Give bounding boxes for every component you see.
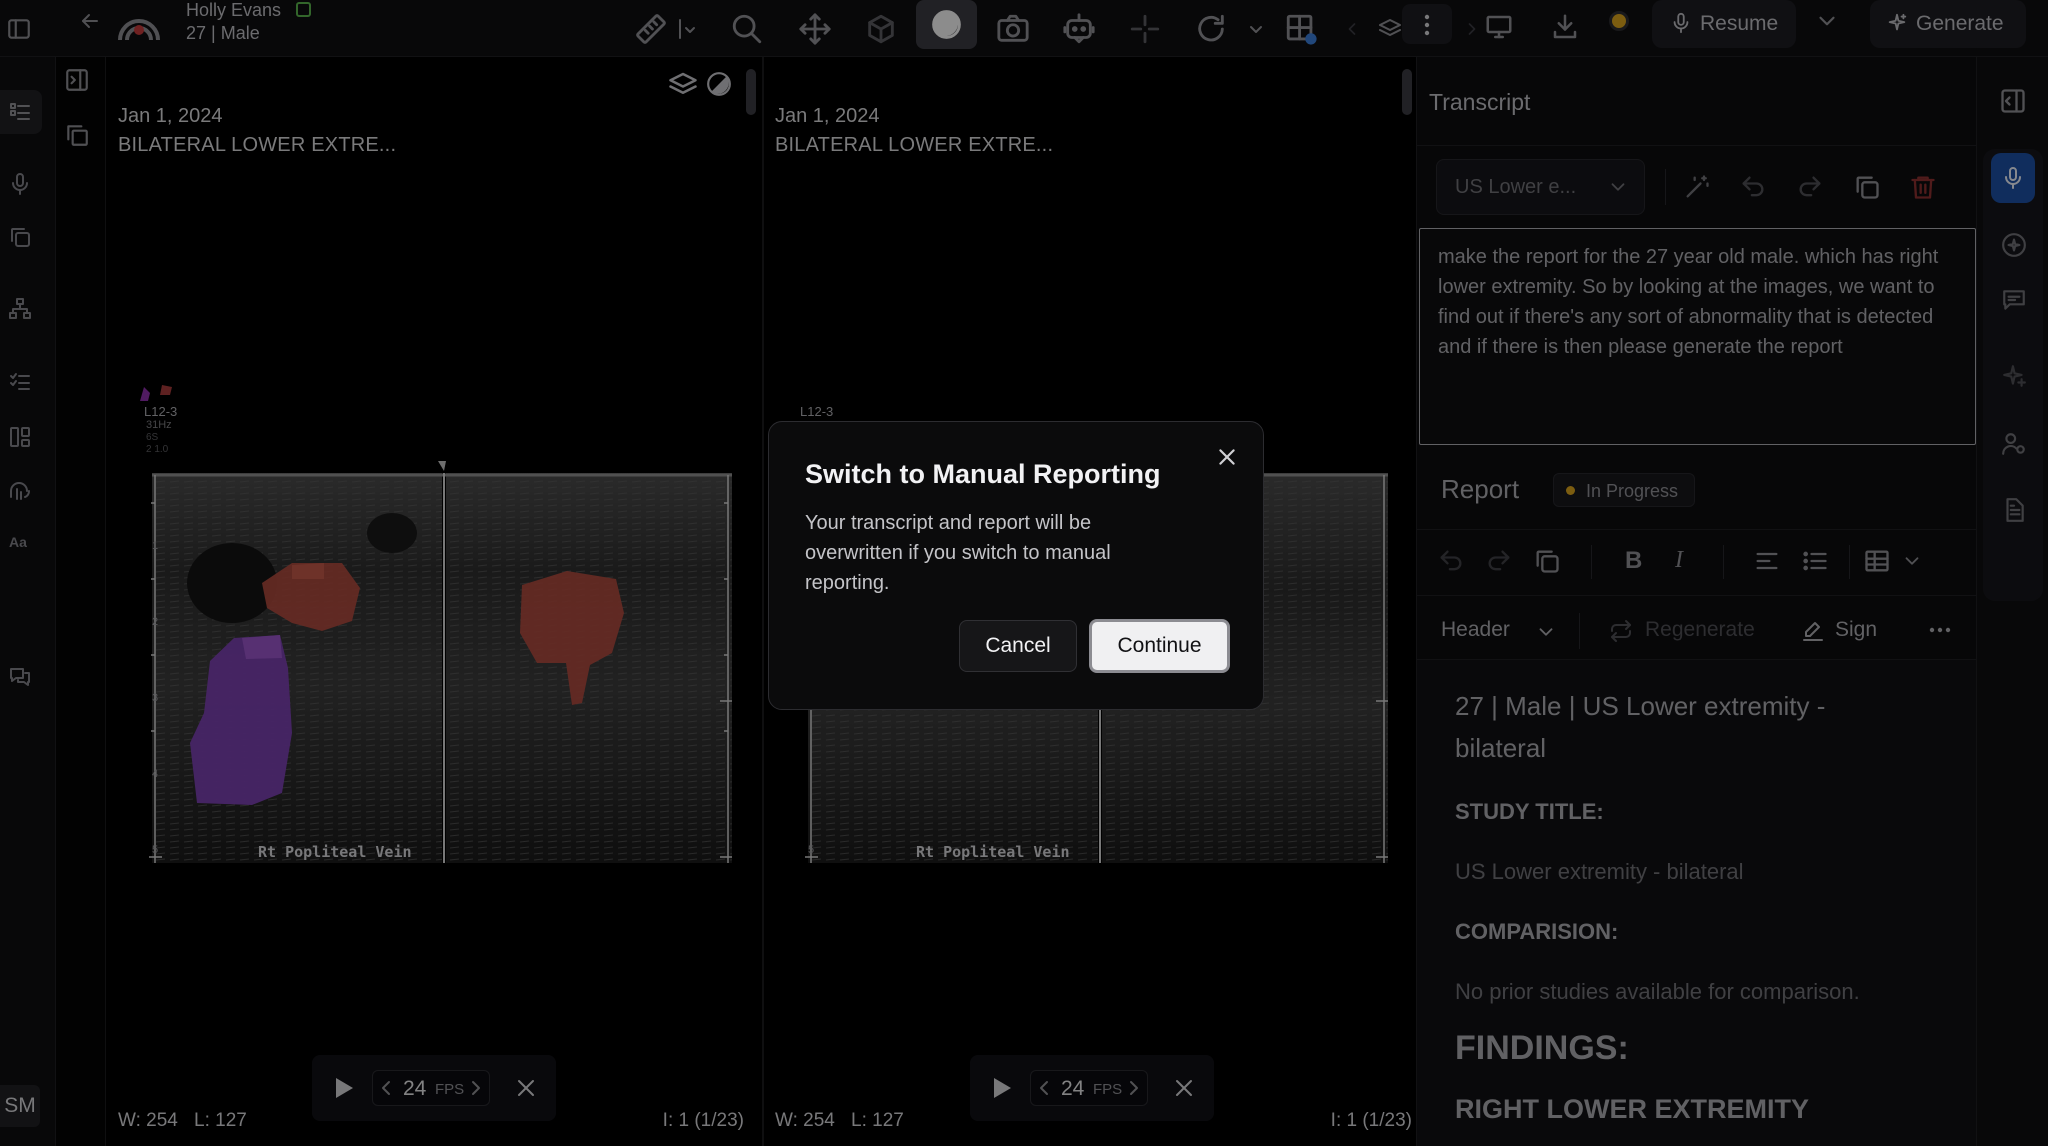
dialog-title: Switch to Manual Reporting bbox=[805, 459, 1161, 489]
switch-manual-reporting-dialog: Switch to Manual Reporting Your transcri… bbox=[768, 421, 1264, 710]
cancel-button[interactable]: Cancel bbox=[959, 620, 1077, 672]
continue-button[interactable]: Continue bbox=[1089, 619, 1230, 673]
dialog-body: Your transcript and report will be overw… bbox=[805, 512, 1111, 594]
continue-label: Continue bbox=[1117, 634, 1202, 657]
close-icon[interactable] bbox=[1216, 446, 1238, 468]
cancel-label: Cancel bbox=[985, 634, 1051, 657]
